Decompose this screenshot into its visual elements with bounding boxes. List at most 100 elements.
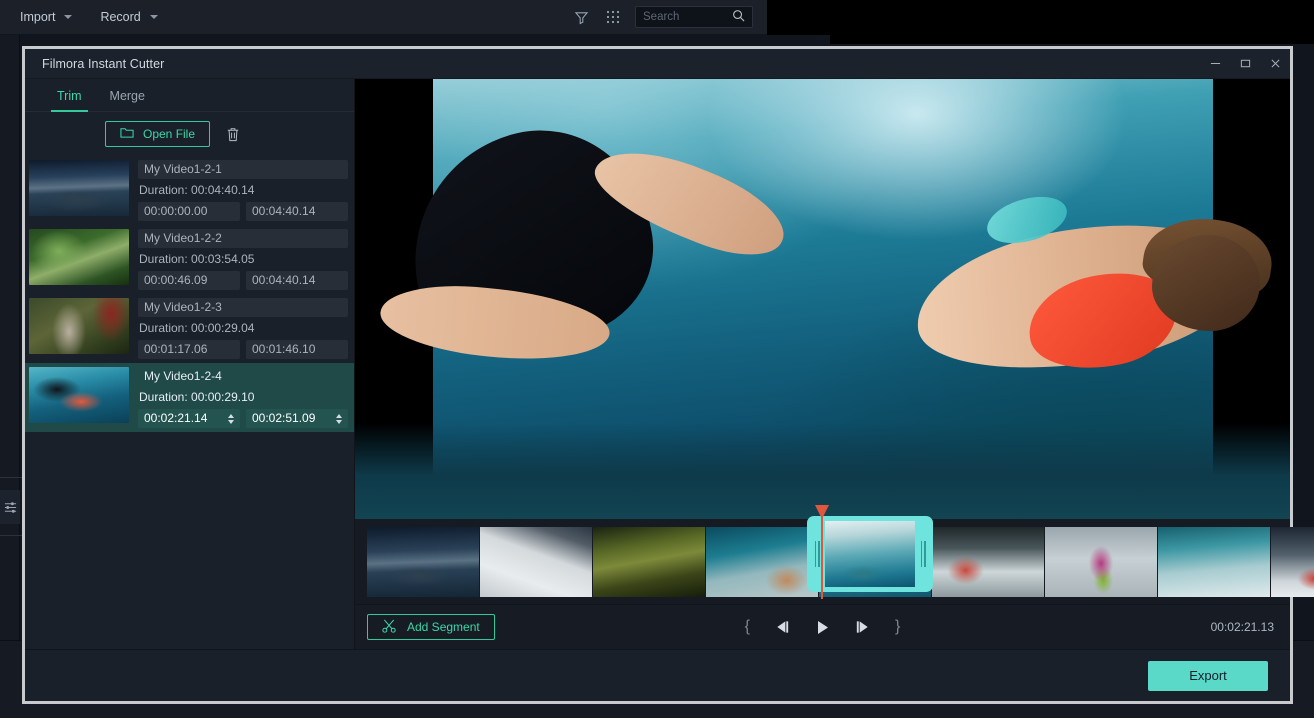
toolbar-tools: Search bbox=[573, 6, 767, 28]
mark-out-button[interactable]: } bbox=[895, 618, 900, 636]
playhead-marker[interactable] bbox=[821, 511, 823, 599]
rail-divider-top bbox=[0, 477, 22, 478]
trim-handle-right[interactable] bbox=[915, 516, 931, 592]
clip-end-time[interactable]: 00:04:40.14 bbox=[246, 271, 348, 290]
filmstrip-frame[interactable] bbox=[1158, 527, 1271, 597]
clip-duration: Duration: 00:04:40.14 bbox=[138, 182, 348, 199]
clip-thumbnail bbox=[29, 160, 129, 216]
filmstrip-frame[interactable] bbox=[367, 527, 480, 597]
clip-thumbnail bbox=[29, 298, 129, 354]
window-title: Filmora Instant Cutter bbox=[42, 57, 164, 71]
close-button[interactable] bbox=[1260, 49, 1290, 79]
clip-start-time[interactable]: 00:01:17.06 bbox=[138, 340, 240, 359]
scissors-icon bbox=[382, 619, 397, 636]
right-panel: Add Segment { } 00:02:21.13 bbox=[355, 79, 1290, 649]
transport-controls: { } bbox=[355, 618, 1290, 636]
search-placeholder: Search bbox=[643, 11, 679, 23]
export-button[interactable]: Export bbox=[1148, 661, 1268, 691]
clip-thumbnail bbox=[29, 229, 129, 285]
clip-name: My Video1-2-1 bbox=[138, 160, 348, 179]
grid-view-icon[interactable] bbox=[604, 9, 621, 26]
preview-frame bbox=[433, 79, 1213, 519]
search-icon[interactable] bbox=[732, 9, 745, 25]
instant-cutter-window: Filmora Instant Cutter Trim Merge bbox=[22, 46, 1293, 704]
add-segment-label: Add Segment bbox=[407, 620, 480, 634]
clip-start-time[interactable]: 00:00:46.09 bbox=[138, 271, 240, 290]
clip-name: My Video1-2-2 bbox=[138, 229, 348, 248]
rail-divider-bottom bbox=[0, 535, 22, 536]
background-left-rail bbox=[0, 35, 20, 718]
folder-icon bbox=[120, 126, 134, 142]
minimize-button[interactable] bbox=[1200, 49, 1230, 79]
open-file-button[interactable]: Open File bbox=[105, 121, 210, 147]
list-item[interactable]: My Video1-2-4 Duration: 00:00:29.10 00:0… bbox=[25, 363, 354, 432]
clip-start-stepper[interactable] bbox=[228, 414, 234, 424]
next-frame-icon[interactable] bbox=[854, 620, 871, 634]
clip-duration: Duration: 00:00:29.04 bbox=[138, 320, 348, 337]
clip-thumbnail bbox=[29, 367, 129, 423]
background-toolbar: Import Record Search bbox=[0, 0, 767, 35]
video-preview[interactable] bbox=[355, 79, 1290, 519]
chevron-down-icon bbox=[150, 15, 158, 19]
clip-end-time[interactable]: 00:02:51.09 bbox=[246, 409, 348, 428]
list-item[interactable]: My Video1-2-1 Duration: 00:04:40.14 00:0… bbox=[25, 156, 354, 225]
window-titlebar: Filmora Instant Cutter bbox=[25, 49, 1290, 79]
sliders-icon[interactable] bbox=[0, 490, 20, 524]
filmstrip-frame[interactable] bbox=[932, 527, 1045, 597]
clip-time-range: 00:02:21.14 00:02:51.09 bbox=[138, 409, 348, 428]
mark-in-button[interactable]: { bbox=[745, 618, 750, 636]
clip-end-time[interactable]: 00:01:46.10 bbox=[246, 340, 348, 359]
filmstrip-frame[interactable] bbox=[480, 527, 593, 597]
clip-start-time[interactable]: 00:02:21.14 bbox=[138, 409, 240, 428]
second-diver-head bbox=[1152, 235, 1260, 331]
clip-duration: Duration: 00:03:54.05 bbox=[138, 251, 348, 268]
chevron-down-icon bbox=[64, 15, 72, 19]
window-controls bbox=[1200, 49, 1290, 79]
selected-segment[interactable] bbox=[807, 516, 933, 592]
import-menu[interactable]: Import bbox=[12, 0, 80, 35]
tab-trim[interactable]: Trim bbox=[43, 89, 96, 111]
clip-time-range: 00:01:17.06 00:01:46.10 bbox=[138, 340, 348, 359]
filmstrip-frame[interactable] bbox=[1045, 527, 1158, 597]
list-item[interactable]: My Video1-2-3 Duration: 00:00:29.04 00:0… bbox=[25, 294, 354, 363]
selected-segment-thumbnail bbox=[825, 521, 915, 587]
previous-frame-icon[interactable] bbox=[774, 620, 791, 634]
record-menu-label: Record bbox=[100, 10, 140, 24]
left-panel: Trim Merge Open File bbox=[25, 79, 355, 649]
filmstrip-frame[interactable] bbox=[593, 527, 706, 597]
clip-time-range: 00:00:00.00 00:04:40.14 bbox=[138, 202, 348, 221]
add-segment-button[interactable]: Add Segment bbox=[367, 614, 495, 640]
trash-icon[interactable] bbox=[226, 127, 240, 142]
clip-info: My Video1-2-4 Duration: 00:00:29.10 00:0… bbox=[138, 367, 348, 428]
file-toolbar: Open File bbox=[25, 112, 354, 156]
open-file-label: Open File bbox=[143, 127, 195, 141]
clip-info: My Video1-2-1 Duration: 00:04:40.14 00:0… bbox=[138, 160, 348, 221]
clip-name: My Video1-2-4 bbox=[138, 367, 348, 386]
window-footer: Export bbox=[25, 649, 1290, 701]
record-menu[interactable]: Record bbox=[92, 0, 165, 35]
search-input[interactable]: Search bbox=[635, 6, 753, 28]
clip-start-time[interactable]: 00:00:00.00 bbox=[138, 202, 240, 221]
tab-bar: Trim Merge bbox=[25, 79, 354, 112]
clip-end-value: 00:02:51.09 bbox=[252, 409, 315, 428]
transport-bar: Add Segment { } 00:02:21.13 bbox=[355, 604, 1290, 649]
clip-info: My Video1-2-2 Duration: 00:03:54.05 00:0… bbox=[138, 229, 348, 290]
clip-duration: Duration: 00:00:29.10 bbox=[138, 389, 348, 406]
clip-info: My Video1-2-3 Duration: 00:00:29.04 00:0… bbox=[138, 298, 348, 359]
tab-merge[interactable]: Merge bbox=[96, 89, 159, 111]
reef-backdrop bbox=[355, 423, 1290, 519]
list-item[interactable]: My Video1-2-2 Duration: 00:03:54.05 00:0… bbox=[25, 225, 354, 294]
filmstrip-frame[interactable] bbox=[706, 527, 819, 597]
maximize-button[interactable] bbox=[1230, 49, 1260, 79]
clip-name: My Video1-2-3 bbox=[138, 298, 348, 317]
filter-icon[interactable] bbox=[573, 9, 590, 26]
clip-end-stepper[interactable] bbox=[336, 414, 342, 424]
play-icon[interactable] bbox=[815, 620, 830, 635]
background-preview-black bbox=[830, 0, 1314, 44]
clip-time-range: 00:00:46.09 00:04:40.14 bbox=[138, 271, 348, 290]
clip-end-time[interactable]: 00:04:40.14 bbox=[246, 202, 348, 221]
window-body: Trim Merge Open File bbox=[25, 79, 1290, 649]
clip-list[interactable]: My Video1-2-1 Duration: 00:04:40.14 00:0… bbox=[25, 156, 354, 649]
timeline-filmstrip[interactable] bbox=[355, 519, 1290, 604]
filmstrip-frame[interactable] bbox=[1271, 527, 1314, 597]
